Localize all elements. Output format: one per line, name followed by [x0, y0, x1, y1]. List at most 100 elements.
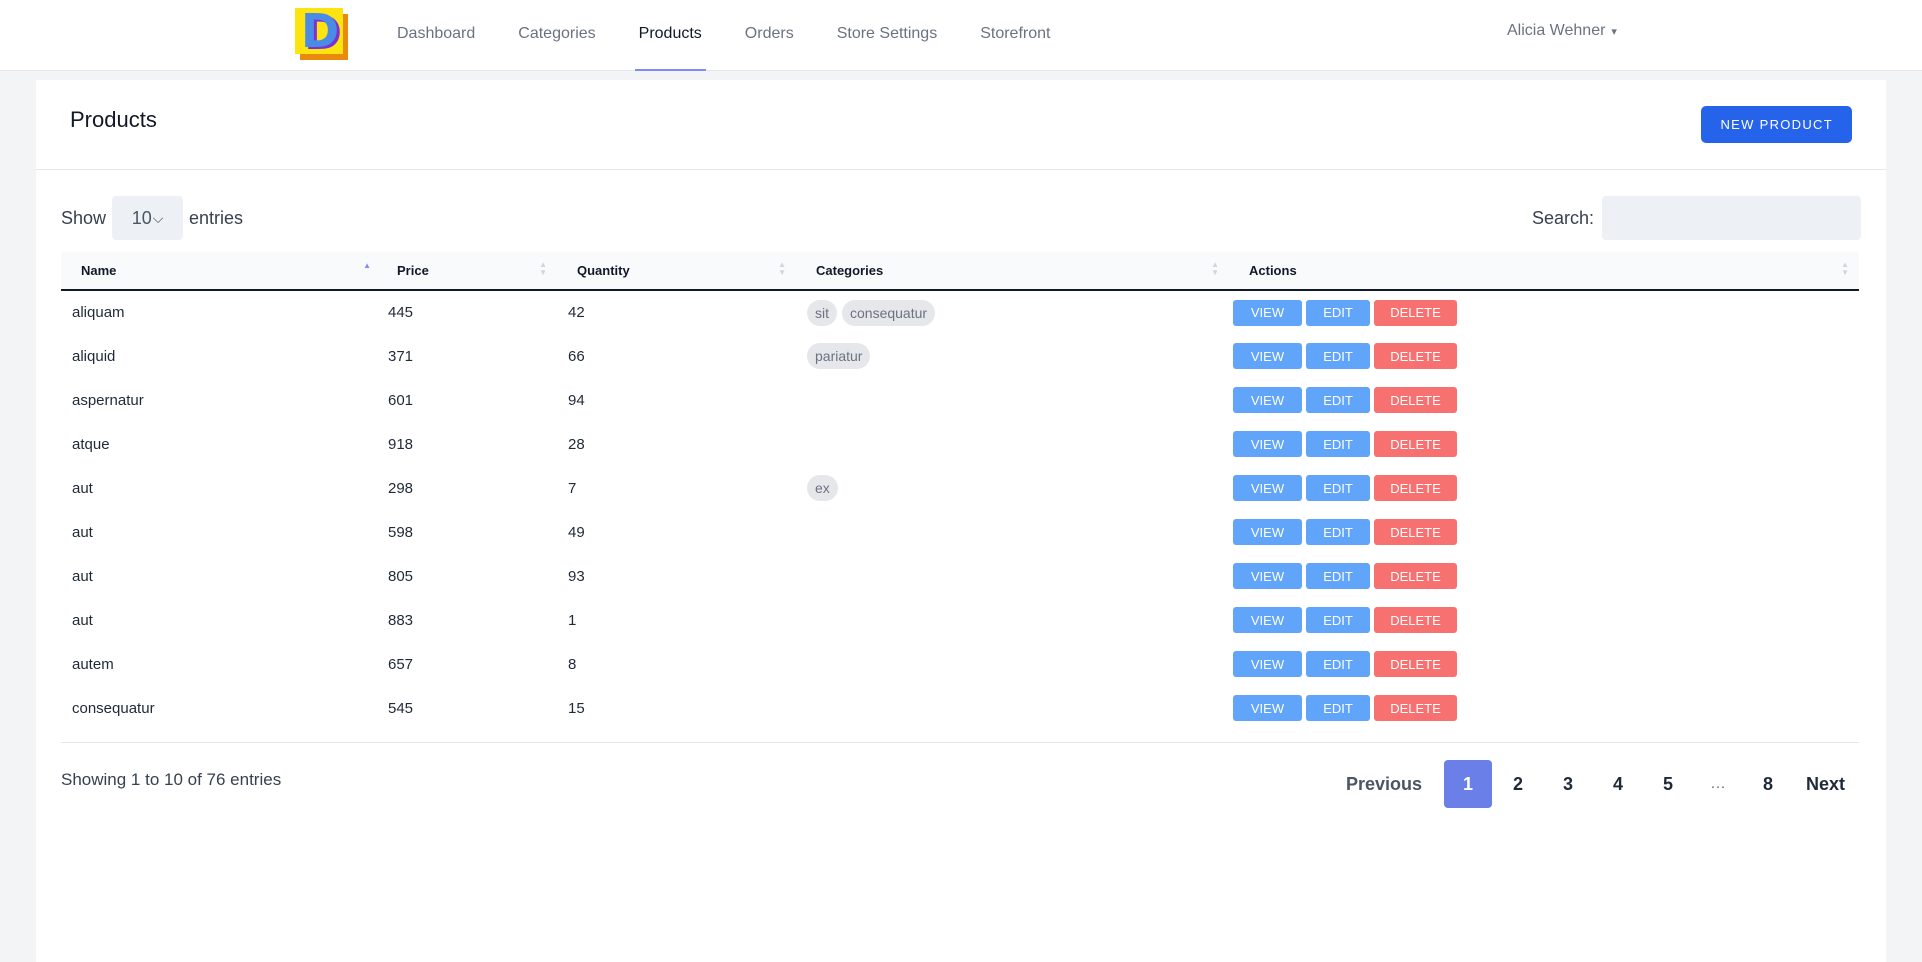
sort-desc-icon: ▼	[778, 268, 786, 277]
page-button-3[interactable]: 3	[1544, 760, 1592, 808]
card-header: Products NEW PRODUCT	[36, 80, 1886, 170]
page-length-value: 10	[131, 207, 152, 228]
next-page-button[interactable]: Next	[1794, 760, 1857, 808]
column-header-quantity[interactable]: Quantity ▲ ▼	[557, 252, 796, 290]
delete-button[interactable]: DELETE	[1374, 563, 1457, 589]
page-button-2[interactable]: 2	[1494, 760, 1542, 808]
category-pill[interactable]: pariatur	[807, 343, 871, 369]
view-button[interactable]: VIEW	[1233, 475, 1302, 501]
delete-button[interactable]: DELETE	[1374, 475, 1457, 501]
cell-quantity: 7	[568, 479, 577, 497]
sort-desc-icon: ▼	[1841, 268, 1849, 277]
column-header-label: Categories	[816, 263, 884, 278]
cell-actions: VIEW EDIT DELETE	[1229, 642, 1859, 686]
delete-button[interactable]: DELETE	[1374, 343, 1457, 369]
category-pill[interactable]: sit	[807, 299, 837, 326]
view-button[interactable]: VIEW	[1233, 343, 1302, 369]
app-logo[interactable]: D	[295, 4, 349, 60]
delete-button[interactable]: DELETE	[1374, 607, 1457, 633]
table-row: consequatur 545 15 VIEW EDIT DELETE	[61, 686, 1859, 730]
nav-item-storefront[interactable]: Storefront	[980, 0, 1050, 71]
sort-icon[interactable]: ▲ ▼	[1211, 261, 1219, 277]
cell-price: 601	[388, 391, 414, 409]
main-nav: Dashboard Categories Products Orders Store S…	[397, 0, 1093, 71]
nav-item-products[interactable]: Products	[634, 0, 706, 71]
cell-name: aut	[72, 611, 93, 629]
edit-button[interactable]: EDIT	[1306, 431, 1370, 457]
column-header-categories[interactable]: Categories ▲ ▼	[796, 252, 1229, 290]
sort-desc-icon: ▼	[1211, 268, 1219, 277]
page-length-select[interactable]: 10 ⌵	[112, 196, 184, 240]
cell-categories	[796, 598, 1229, 642]
cell-actions: VIEW EDIT DELETE	[1229, 466, 1859, 510]
page-button-8[interactable]: 8	[1744, 760, 1792, 808]
view-button[interactable]: VIEW	[1233, 695, 1302, 721]
page-button-1[interactable]: 1	[1443, 760, 1492, 808]
new-product-button[interactable]: NEW PRODUCT	[1701, 106, 1852, 143]
view-button[interactable]: VIEW	[1233, 651, 1302, 677]
cell-categories: pariatur	[796, 334, 1229, 378]
edit-button[interactable]: EDIT	[1306, 387, 1370, 413]
cell-price: 545	[388, 699, 414, 717]
cell-price: 657	[388, 655, 414, 673]
delete-button[interactable]: DELETE	[1374, 431, 1457, 457]
cell-categories	[796, 378, 1229, 422]
cell-name: aut	[72, 523, 93, 541]
nav-item-store-settings[interactable]: Store Settings	[837, 0, 938, 71]
edit-button[interactable]: EDIT	[1306, 651, 1370, 677]
table-row: aut 598 49 VIEW EDIT DELETE	[61, 510, 1859, 554]
page-button-5[interactable]: 5	[1644, 760, 1692, 808]
edit-button[interactable]: EDIT	[1306, 519, 1370, 545]
category-pill[interactable]: ex	[807, 475, 838, 501]
cell-name: aut	[72, 567, 93, 585]
delete-button[interactable]: DELETE	[1374, 651, 1457, 677]
edit-button[interactable]: EDIT	[1306, 475, 1370, 501]
cell-categories	[796, 554, 1229, 598]
column-header-name[interactable]: Name ▲	[61, 252, 377, 290]
products-table: Name ▲ Price ▲ ▼ Quantity ▲ ▼ Categories ▲ ▼ Action…	[61, 252, 1859, 730]
cell-quantity: 49	[568, 523, 585, 541]
nav-item-orders[interactable]: Orders	[745, 0, 794, 71]
delete-button[interactable]: DELETE	[1374, 695, 1457, 721]
column-header-price[interactable]: Price ▲ ▼	[377, 252, 557, 290]
edit-button[interactable]: EDIT	[1306, 695, 1370, 721]
sort-icon[interactable]: ▲	[363, 262, 371, 270]
edit-button[interactable]: EDIT	[1306, 563, 1370, 589]
cell-actions: VIEW EDIT DELETE	[1229, 290, 1859, 334]
edit-button[interactable]: EDIT	[1306, 299, 1370, 326]
cell-name: aliquam	[72, 304, 125, 321]
user-menu[interactable]: Alicia Wehner ▾	[1507, 22, 1617, 40]
sort-icon[interactable]: ▲ ▼	[1841, 261, 1849, 277]
page-button-4[interactable]: 4	[1594, 760, 1642, 808]
user-name: Alicia Wehner	[1507, 22, 1606, 39]
cell-categories: ex	[796, 466, 1229, 510]
delete-button[interactable]: DELETE	[1374, 387, 1457, 413]
previous-page-button[interactable]: Previous	[1334, 760, 1434, 808]
sort-icon[interactable]: ▲ ▼	[539, 261, 547, 277]
category-pill[interactable]: consequatur	[842, 299, 936, 326]
view-button[interactable]: VIEW	[1233, 563, 1302, 589]
nav-item-dashboard[interactable]: Dashboard	[397, 0, 475, 71]
cell-quantity: 94	[568, 391, 585, 409]
column-header-actions[interactable]: Actions ▲ ▼	[1229, 252, 1859, 290]
view-button[interactable]: VIEW	[1233, 431, 1302, 457]
cell-categories	[796, 422, 1229, 466]
delete-button[interactable]: DELETE	[1374, 299, 1457, 326]
edit-button[interactable]: EDIT	[1306, 607, 1370, 633]
sort-icon[interactable]: ▲ ▼	[778, 261, 786, 277]
view-button[interactable]: VIEW	[1233, 387, 1302, 413]
view-button[interactable]: VIEW	[1233, 607, 1302, 633]
table-row: aut 298 7 ex VIEW EDIT DELETE	[61, 466, 1859, 510]
search-input[interactable]	[1602, 196, 1861, 240]
delete-button[interactable]: DELETE	[1374, 519, 1457, 545]
view-button[interactable]: VIEW	[1233, 519, 1302, 545]
column-header-label: Name	[81, 263, 117, 278]
table-row: atque 918 28 VIEW EDIT DELETE	[61, 422, 1859, 466]
products-card: Products NEW PRODUCT Show 10 ⌵ entries S…	[36, 80, 1886, 962]
cell-quantity: 93	[568, 567, 585, 585]
view-button[interactable]: VIEW	[1233, 299, 1302, 326]
cell-actions: VIEW EDIT DELETE	[1229, 334, 1859, 378]
nav-item-categories[interactable]: Categories	[518, 0, 595, 71]
edit-button[interactable]: EDIT	[1306, 343, 1370, 369]
table-row: aut 883 1 VIEW EDIT DELETE	[61, 598, 1859, 642]
